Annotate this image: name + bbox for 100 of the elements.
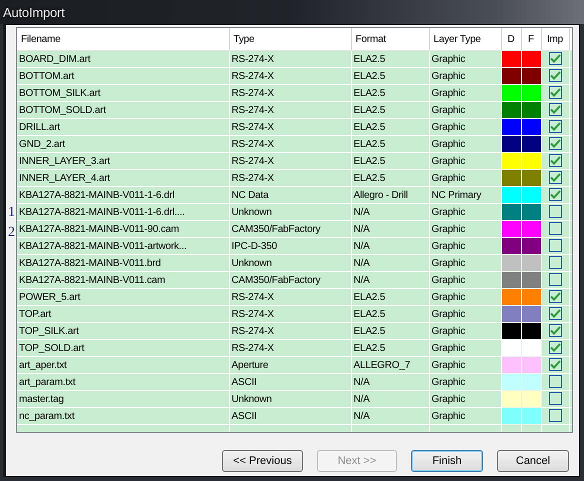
table-cell: IPC-D-350 [229, 238, 351, 254]
checkbox[interactable] [548, 171, 562, 184]
table-cell: Graphic [429, 306, 501, 322]
dialog-button[interactable]: << Previous [222, 450, 303, 472]
table-cell: RS-274-X [229, 136, 351, 152]
table-cell: BOARD_DIM.art [17, 50, 229, 68]
checkbox[interactable] [548, 392, 562, 406]
table-cell: nc_param.txt [17, 408, 229, 424]
checkbox[interactable] [548, 120, 562, 134]
column-header[interactable]: Type [229, 28, 351, 50]
table-cell: DRILL.art [17, 118, 229, 136]
table-cell: BOTTOM_SILK.art [17, 84, 229, 102]
table-cell: CAM350/FabFactory [229, 220, 351, 238]
checkbox[interactable] [548, 103, 562, 116]
table-cell: ELA2.5 [351, 306, 429, 322]
column-header[interactable]: Format [351, 28, 429, 50]
checkbox[interactable] [548, 409, 562, 422]
table-cell: Aperture [229, 356, 351, 374]
table-cell: RS-274-X [229, 322, 351, 340]
table-cell: RS-274-X [229, 306, 351, 322]
background-text: 2 [8, 225, 15, 241]
background-text: 1 [8, 205, 15, 221]
column-header[interactable]: Layer Type [429, 28, 501, 50]
table-cell: Graphic [429, 152, 501, 170]
table-cell: Graphic [429, 356, 501, 374]
table-cell: N/A [351, 408, 429, 424]
table-cell: Graphic [429, 102, 501, 118]
table-cell: Allegro - Drill [351, 186, 429, 204]
checkbox[interactable] [548, 358, 562, 372]
checkbox[interactable] [548, 273, 562, 286]
checkbox[interactable] [548, 154, 562, 168]
table-cell: N/A [351, 220, 429, 238]
checkbox[interactable] [548, 324, 562, 338]
column-header[interactable]: Filename [17, 28, 229, 50]
table-cell: ALLEGRO_7 [351, 356, 429, 374]
checkbox[interactable] [548, 86, 562, 100]
table-cell: Graphic [429, 390, 501, 408]
table-cell: art_aper.txt [17, 356, 229, 374]
table-cell: RS-274-X [229, 50, 351, 68]
table-cell: KBA127A-8821-MAINB-V011-1-6.drl.... [17, 204, 229, 220]
table-cell: RS-274-X [229, 340, 351, 356]
checkbox[interactable] [548, 52, 562, 66]
table-cell: RS-274-X [229, 152, 351, 170]
table-cell: RS-274-X [229, 170, 351, 186]
column-header[interactable]: Imp [541, 28, 569, 50]
table-cell: ELA2.5 [351, 118, 429, 136]
dialog-button[interactable]: Finish [411, 450, 483, 472]
table-cell: Graphic [429, 322, 501, 340]
table-cell: N/A [351, 204, 429, 220]
table-cell: BOTTOM.art [17, 68, 229, 84]
table-cell: ELA2.5 [351, 68, 429, 84]
table-cell: Graphic [429, 204, 501, 220]
table-cell: RS-274-X [229, 118, 351, 136]
table-cell: Graphic [429, 288, 501, 306]
table-cell: INNER_LAYER_3.art [17, 152, 229, 170]
checkbox[interactable] [548, 137, 562, 150]
table-cell: Graphic [429, 238, 501, 254]
checkbox[interactable] [548, 290, 562, 304]
checkbox[interactable] [548, 188, 562, 202]
table-cell: ASCII [229, 408, 351, 424]
table-cell: RS-274-X [229, 84, 351, 102]
table-cell: GND_2.art [17, 136, 229, 152]
checkbox[interactable] [548, 222, 562, 236]
table-cell: N/A [351, 374, 429, 390]
table-cell: KBA127A-8821-MAINB-V011-90.cam [17, 220, 229, 238]
checkbox[interactable] [548, 205, 562, 218]
checkbox[interactable] [548, 307, 562, 320]
window-title: AutoImport [3, 4, 65, 20]
table-cell: KBA127A-8821-MAINB-V011.cam [17, 272, 229, 288]
checkbox[interactable] [548, 256, 562, 270]
table-cell: KBA127A-8821-MAINB-V011-artwork... [17, 238, 229, 254]
table-cell: TOP_SOLD.art [17, 340, 229, 356]
table-cell: Graphic [429, 136, 501, 152]
table-cell: KBA127A-8821-MAINB-V011-1-6.drl [17, 186, 229, 204]
checkbox[interactable] [548, 341, 562, 354]
table-cell: Unknown [229, 254, 351, 272]
table-cell: Unknown [229, 390, 351, 408]
table-cell: Graphic [429, 340, 501, 356]
table-cell: ELA2.5 [351, 288, 429, 306]
checkbox[interactable] [548, 375, 562, 388]
table-cell: N/A [351, 238, 429, 254]
table-cell: INNER_LAYER_4.art [17, 170, 229, 186]
column-header[interactable]: F [521, 28, 541, 50]
table-cell: NC Primary [429, 186, 501, 204]
table-cell: ELA2.5 [351, 152, 429, 170]
table-cell: Graphic [429, 272, 501, 288]
column-header[interactable]: D [501, 28, 521, 50]
dialog-button[interactable]: Cancel [497, 450, 569, 472]
table-cell: TOP.art [17, 306, 229, 322]
checkbox[interactable] [548, 239, 562, 252]
table-cell: N/A [351, 390, 429, 408]
table-cell: Graphic [429, 170, 501, 186]
table-cell: Graphic [429, 84, 501, 102]
table-cell: POWER_5.art [17, 288, 229, 306]
table-cell: ELA2.5 [351, 50, 429, 68]
checkbox[interactable] [548, 69, 562, 82]
table-cell: TOP_SILK.art [17, 322, 229, 340]
table-cell: KBA127A-8821-MAINB-V011.brd [17, 254, 229, 272]
table-cell: Graphic [429, 220, 501, 238]
table-cell: ELA2.5 [351, 170, 429, 186]
